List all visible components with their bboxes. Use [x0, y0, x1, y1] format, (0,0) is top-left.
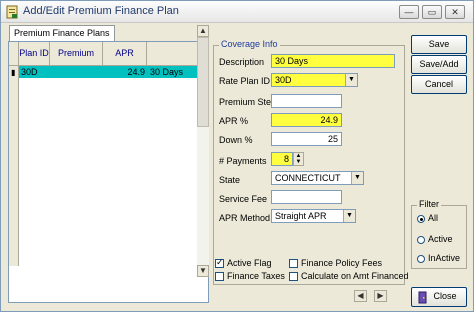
column-header-apr[interactable]: APR	[103, 42, 147, 66]
scroll-left-icon[interactable]: ◀	[354, 290, 367, 302]
filter-all-label: All	[428, 213, 439, 223]
rate-plan-id-label: Rate Plan ID	[219, 76, 271, 86]
row-selector-header	[9, 42, 19, 66]
current-row-marker: ▮	[11, 68, 16, 77]
finance-policy-fees-checkbox[interactable]: Finance Policy Fees	[289, 258, 383, 269]
calculate-on-amt-financed-label: Calculate on Amt Financed	[301, 271, 409, 281]
filter-option-inactive[interactable]: InActive	[417, 253, 460, 263]
plans-grid: Plan ID Premium APR ▮ 30D 24.9 30 Days	[8, 41, 209, 303]
num-payments-label: # Payments	[219, 156, 267, 166]
table-row[interactable]: 30D 24.9 30 Days	[19, 66, 208, 78]
chevron-down-icon[interactable]: ▼	[343, 210, 355, 222]
radio-selected-icon[interactable]	[417, 214, 425, 223]
description-label: Description	[219, 57, 265, 67]
door-exit-icon	[418, 291, 427, 304]
column-header-plan-id[interactable]: Plan ID	[19, 42, 50, 66]
service-fee-label: Service Fee	[219, 194, 268, 204]
checkbox-unchecked-icon[interactable]	[289, 259, 298, 269]
checkbox-unchecked-icon[interactable]	[289, 272, 298, 282]
row-selector-column: ▮	[9, 66, 19, 266]
close-label: Close	[433, 291, 457, 301]
state-select[interactable]: CONNECTICUT ▼	[271, 171, 364, 185]
scroll-down-icon[interactable]: ▼	[197, 265, 209, 277]
apr-method-label: APR Method	[219, 213, 271, 223]
checkbox-unchecked-icon[interactable]	[215, 272, 224, 282]
calculate-on-amt-financed-checkbox[interactable]: Calculate on Amt Financed	[289, 271, 409, 282]
rate-plan-id-value: 30D	[275, 75, 292, 85]
finance-policy-fees-label: Finance Policy Fees	[301, 258, 383, 268]
grid-horizontal-scrollbar[interactable]: ◀ ▶	[207, 290, 409, 302]
scroll-right-icon[interactable]: ▶	[374, 290, 387, 302]
scroll-up-icon[interactable]: ▲	[197, 25, 209, 37]
service-fee-field[interactable]	[271, 190, 342, 204]
cancel-button[interactable]: Cancel	[411, 75, 467, 94]
description-field[interactable]: 30 Days	[271, 54, 395, 68]
state-label: State	[219, 175, 241, 185]
down-pct-field[interactable]: 25	[271, 132, 342, 146]
premium-step-field[interactable]	[271, 94, 342, 108]
close-button[interactable]: Close	[411, 287, 467, 307]
radio-unselected-icon[interactable]	[417, 235, 425, 244]
grid-vertical-scrollbar[interactable]: ▲ ▼	[197, 25, 209, 277]
chevron-down-icon[interactable]: ▼	[345, 74, 357, 86]
minimize-button[interactable]: —	[399, 5, 419, 19]
premium-finance-plan-window: Add/Edit Premium Finance Plan — ▭ ✕ Prem…	[0, 0, 474, 312]
active-flag-label: Active Flag	[227, 258, 272, 268]
window-title: Add/Edit Premium Finance Plan	[23, 5, 179, 17]
cell-apr: 24.9	[127, 67, 145, 77]
state-value: CONNECTICUT	[275, 173, 341, 183]
filter-option-all[interactable]: All	[417, 213, 438, 223]
restore-button[interactable]: ▭	[422, 5, 442, 19]
rate-plan-id-select[interactable]: 30D ▼	[271, 73, 358, 87]
close-window-button[interactable]: ✕	[445, 5, 465, 19]
save-button[interactable]: Save	[411, 35, 467, 54]
finance-taxes-label: Finance Taxes	[227, 271, 285, 281]
radio-unselected-icon[interactable]	[417, 254, 425, 263]
save-add-button[interactable]: Save/Add	[411, 55, 467, 74]
active-flag-checkbox[interactable]: Active Flag	[215, 257, 272, 269]
cell-premium	[51, 66, 101, 78]
filter-option-active[interactable]: Active	[417, 234, 453, 244]
coverage-info-legend: Coverage Info	[219, 39, 280, 49]
cell-plan-id: 30D	[21, 67, 38, 77]
num-payments-value: 8	[283, 154, 289, 164]
premium-step-label: Premium Step	[219, 97, 277, 107]
filter-active-label: Active	[428, 234, 453, 244]
checkbox-checked-icon[interactable]	[215, 257, 224, 269]
down-pct-label: Down %	[219, 135, 253, 145]
apr-pct-label: APR %	[219, 116, 249, 126]
app-icon	[6, 5, 18, 19]
apr-pct-field[interactable]: 24.9	[271, 113, 342, 127]
filter-legend: Filter	[417, 199, 441, 209]
title-bar: Add/Edit Premium Finance Plan — ▭ ✕	[1, 1, 473, 23]
column-header-premium[interactable]: Premium	[50, 42, 103, 66]
num-payments-stepper[interactable]: 8 ▲ ▼	[271, 152, 304, 166]
spinner-arrows-icon[interactable]: ▲ ▼	[293, 152, 304, 166]
apr-method-select[interactable]: Straight APR ▼	[271, 209, 356, 223]
scroll-thumb[interactable]	[197, 37, 209, 127]
grid-header: Plan ID Premium APR	[9, 42, 208, 66]
apr-method-value: Straight APR	[275, 211, 327, 221]
chevron-down-icon[interactable]: ▼	[351, 172, 363, 184]
filter-inactive-label: InActive	[428, 253, 461, 263]
finance-taxes-checkbox[interactable]: Finance Taxes	[215, 271, 285, 282]
tab-premium-finance-plans[interactable]: Premium Finance Plans	[9, 25, 115, 41]
